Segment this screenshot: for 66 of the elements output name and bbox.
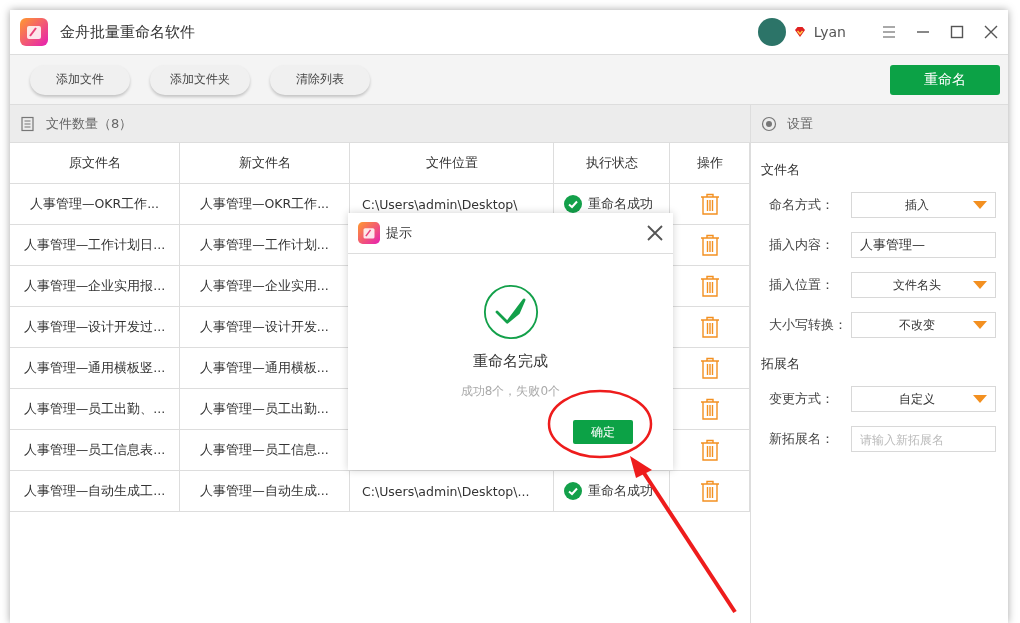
file-count-label: 文件数量（8） <box>46 114 133 133</box>
table-cell: 人事管理—员工信息表... <box>10 430 180 471</box>
field-label: 插入位置： <box>769 276 835 294</box>
trash-icon[interactable] <box>699 275 720 297</box>
input-field[interactable]: 请输入新拓展名 <box>851 426 996 452</box>
table-cell: 人事管理—自动生成工... <box>10 471 180 512</box>
column-header: 操作 <box>670 143 750 184</box>
toolbar-button[interactable]: 添加文件夹 <box>150 64 250 95</box>
field-label: 命名方式： <box>769 196 835 214</box>
toolbar-button[interactable]: 清除列表 <box>270 64 370 95</box>
check-circle-icon <box>482 284 539 340</box>
trash-icon[interactable] <box>699 480 720 502</box>
caret-icon <box>973 321 987 329</box>
table-cell: C:\Users\admin\Desktop\ <box>362 196 518 212</box>
table-cell: 人事管理—工作计划日... <box>10 225 180 266</box>
table-cell: 人事管理—设计开发过... <box>10 307 180 348</box>
close-icon[interactable] <box>647 225 663 241</box>
toolbar-button[interactable]: 添加文件 <box>30 64 130 95</box>
dropdown[interactable]: 自定义 <box>851 386 996 412</box>
user-avatar[interactable] <box>757 18 786 46</box>
column-header: 文件位置 <box>350 143 554 184</box>
radio-icon <box>761 115 777 132</box>
diamond-icon <box>793 26 806 38</box>
menu-icon[interactable] <box>882 25 896 39</box>
caret-icon <box>973 281 987 289</box>
trash-icon[interactable] <box>699 316 720 338</box>
app-logo-icon <box>20 18 48 46</box>
dropdown[interactable]: 插入 <box>851 192 996 218</box>
trash-icon[interactable] <box>699 398 720 420</box>
window-title: 金舟批量重命名软件 <box>60 22 195 42</box>
input-field[interactable]: 人事管理— <box>851 232 996 258</box>
section-title: 文件名 <box>761 161 801 179</box>
dropdown[interactable]: 文件名头 <box>851 272 996 298</box>
column-header: 原文件名 <box>10 143 180 184</box>
dropdown[interactable]: 不改变 <box>851 312 996 338</box>
status-text: 重命名成功 <box>588 482 653 500</box>
section-title: 拓展名 <box>761 355 801 373</box>
app-logo-icon <box>358 222 380 244</box>
table-cell: 人事管理—OKR工作... <box>10 184 180 225</box>
settings-title: 设置 <box>787 114 813 133</box>
trash-icon[interactable] <box>699 439 720 461</box>
caret-icon <box>973 395 987 403</box>
dialog-heading: 重命名完成 <box>473 352 548 371</box>
field-label: 新拓展名： <box>769 430 835 448</box>
table-cell: 人事管理—员工出勤、... <box>10 389 180 430</box>
user-name[interactable]: Lyan <box>813 24 846 40</box>
field-label: 大小写转换： <box>769 316 848 334</box>
dialog-summary: 成功8个，失败0个 <box>460 383 561 400</box>
field-label: 插入内容： <box>769 236 835 254</box>
trash-icon[interactable] <box>699 234 720 256</box>
field-label: 变更方式： <box>769 390 835 408</box>
table-cell: 人事管理—企业实用报... <box>10 266 180 307</box>
status-text: 重命名成功 <box>588 195 653 213</box>
table-cell: 人事管理—自动生成... <box>180 471 350 512</box>
list-icon <box>20 115 36 132</box>
dialog-title: 提示 <box>386 224 412 242</box>
table-cell: 人事管理—通用横板竖... <box>10 348 180 389</box>
success-icon <box>564 482 582 500</box>
table-cell: C:\Users\admin\Desktop\... <box>362 483 530 499</box>
trash-icon[interactable] <box>699 357 720 379</box>
trash-icon[interactable] <box>699 193 720 215</box>
column-header: 执行状态 <box>554 143 670 184</box>
close-icon[interactable] <box>984 25 998 39</box>
caret-icon <box>973 201 987 209</box>
column-header: 新文件名 <box>180 143 350 184</box>
maximize-icon[interactable] <box>950 25 964 39</box>
